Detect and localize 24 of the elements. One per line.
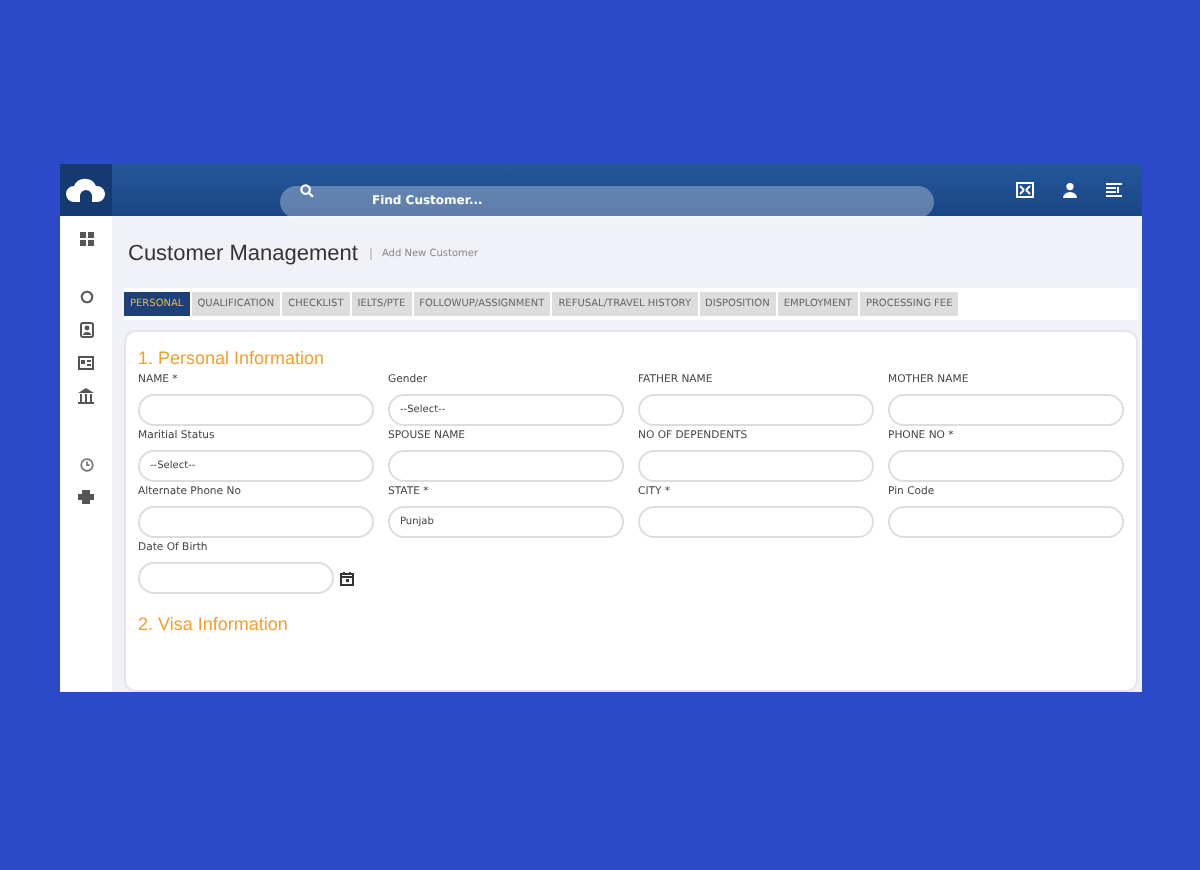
input-field[interactable] xyxy=(138,506,374,538)
menu-icon[interactable] xyxy=(1106,182,1122,198)
input-field[interactable] xyxy=(888,394,1124,426)
input-field[interactable] xyxy=(638,394,874,426)
section-title: 2. Visa Information xyxy=(138,614,290,634)
section-title: 1. Personal Information xyxy=(138,348,327,368)
clock-icon[interactable] xyxy=(79,458,93,472)
page-title: Customer Management xyxy=(128,242,358,266)
id-card-icon[interactable] xyxy=(78,356,94,370)
input-field[interactable] xyxy=(388,450,624,482)
fullscreen-icon[interactable] xyxy=(1016,182,1034,198)
input-field[interactable] xyxy=(888,506,1124,538)
input-field[interactable] xyxy=(138,394,374,426)
user-icon[interactable] xyxy=(1062,182,1078,198)
input-field[interactable] xyxy=(638,450,874,482)
input-field[interactable] xyxy=(638,506,874,538)
contacts-icon[interactable] xyxy=(79,322,93,338)
input-field[interactable] xyxy=(888,450,1124,482)
date-field[interactable] xyxy=(138,562,334,594)
bank-icon[interactable] xyxy=(78,388,94,404)
refresh-icon[interactable] xyxy=(79,290,93,304)
calendar-icon[interactable] xyxy=(340,571,354,585)
search-icon xyxy=(300,183,314,197)
grid-icon[interactable] xyxy=(79,232,93,246)
